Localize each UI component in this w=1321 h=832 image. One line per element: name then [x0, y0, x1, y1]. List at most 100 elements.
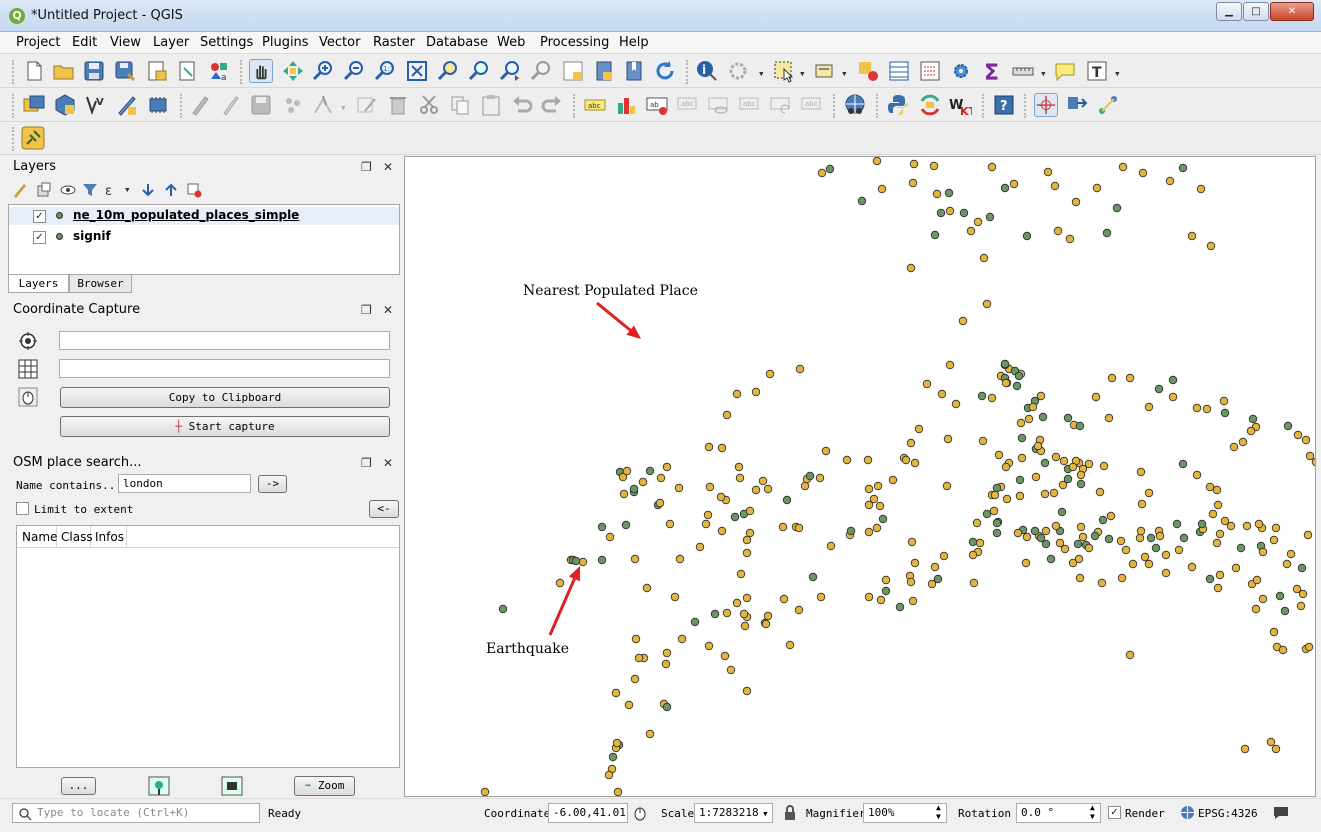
populated-place-point[interactable] — [1118, 162, 1128, 172]
populated-place-point[interactable] — [1091, 392, 1101, 402]
wkt-icon[interactable]: WKT — [948, 93, 972, 117]
back-button[interactable]: <- — [369, 500, 399, 518]
earthquake-point[interactable] — [1112, 203, 1122, 213]
earthquake-point[interactable] — [1168, 375, 1178, 385]
run-action-dropdown-icon[interactable]: ▾ — [758, 67, 765, 80]
populated-place-point[interactable] — [1016, 418, 1026, 428]
populated-place-point[interactable] — [1238, 437, 1248, 447]
populated-place-point[interactable] — [842, 455, 852, 465]
populated-place-point[interactable] — [1031, 472, 1041, 482]
style-manager-icon[interactable]: a — [207, 59, 231, 83]
populated-place-point[interactable] — [480, 787, 490, 796]
populated-place-point[interactable] — [638, 477, 648, 487]
crs-globe-icon[interactable] — [1180, 805, 1195, 820]
populated-place-point[interactable] — [1293, 430, 1303, 440]
messages-icon[interactable] — [1273, 805, 1289, 820]
earthquake-point[interactable] — [1000, 359, 1010, 369]
manage-visibility-icon[interactable] — [60, 182, 76, 198]
populated-place-point[interactable] — [906, 577, 916, 587]
populated-place-point[interactable] — [888, 475, 898, 485]
populated-place-point[interactable] — [1140, 552, 1150, 562]
populated-place-point[interactable] — [1208, 509, 1218, 519]
plugin-reloader-icon[interactable] — [918, 93, 942, 117]
show-hide-labels-icon[interactable] — [707, 93, 731, 117]
populated-place-point[interactable] — [932, 189, 942, 199]
earthquake-point[interactable] — [1063, 413, 1073, 423]
populated-place-point[interactable] — [1106, 511, 1116, 521]
populated-place-point[interactable] — [1116, 536, 1126, 546]
populated-place-point[interactable] — [1212, 538, 1222, 548]
render-checkbox[interactable]: ✓ — [1108, 806, 1121, 819]
populated-place-point[interactable] — [1117, 573, 1127, 583]
expand-all-icon[interactable] — [140, 182, 156, 198]
populated-place-point[interactable] — [704, 641, 714, 651]
redo-icon[interactable] — [540, 93, 564, 117]
populated-place-point[interactable] — [929, 161, 939, 171]
annotation-dropdown-icon[interactable]: ▾ — [1114, 67, 1121, 80]
earthquake-point[interactable] — [1075, 421, 1085, 431]
earthquake-point[interactable] — [1076, 479, 1086, 489]
earthquake-point[interactable] — [1038, 412, 1048, 422]
populated-place-point[interactable] — [872, 157, 882, 166]
delete-selected-icon[interactable] — [386, 93, 410, 117]
add-group-icon[interactable] — [36, 182, 52, 198]
filter-legend-icon[interactable] — [82, 182, 98, 198]
earthquake-point[interactable] — [1297, 563, 1307, 573]
menu-edit[interactable]: Edit — [72, 35, 97, 50]
populated-place-point[interactable] — [1097, 578, 1107, 588]
populated-place-point[interactable] — [1165, 176, 1175, 186]
limit-to-extent-checkbox[interactable] — [16, 502, 29, 515]
populated-place-point[interactable] — [901, 455, 911, 465]
populated-place-point[interactable] — [987, 162, 997, 172]
populated-place-point[interactable] — [1076, 470, 1086, 480]
earthquake-point[interactable] — [782, 495, 792, 505]
menu-plugins[interactable]: Plugins — [262, 35, 309, 50]
zoom-to-layer-icon[interactable] — [467, 59, 491, 83]
populated-place-point[interactable] — [942, 481, 952, 491]
populated-place-point[interactable] — [785, 640, 795, 650]
populated-place-point[interactable] — [611, 688, 621, 698]
populated-place-point[interactable] — [909, 159, 919, 169]
populated-place-point[interactable] — [1282, 559, 1292, 569]
filter-expression-icon[interactable]: ε — [104, 182, 120, 198]
populated-place-point[interactable] — [1298, 589, 1308, 599]
populated-place-point[interactable] — [906, 438, 916, 448]
quickmapservices-icon[interactable] — [843, 93, 867, 117]
populated-place-point[interactable] — [876, 595, 886, 605]
populated-place-point[interactable] — [864, 500, 874, 510]
populated-place-point[interactable] — [989, 506, 999, 516]
populated-place-point[interactable] — [1161, 550, 1171, 560]
populated-place-point[interactable] — [1053, 226, 1063, 236]
run-action-icon[interactable] — [726, 59, 750, 83]
layout-manager-icon[interactable] — [176, 59, 200, 83]
coordinate-display[interactable]: -6.00,41.01 — [548, 803, 628, 823]
menu-project[interactable]: Project — [16, 35, 60, 50]
populated-place-point[interactable] — [979, 253, 989, 263]
populated-place-point[interactable] — [937, 389, 947, 399]
populated-place-point[interactable] — [612, 738, 622, 748]
populated-place-point[interactable] — [1078, 532, 1088, 542]
populated-place-point[interactable] — [674, 483, 684, 493]
earthquake-point[interactable] — [936, 208, 946, 218]
populated-place-point[interactable] — [1168, 392, 1178, 402]
edit-attributes-icon[interactable] — [355, 93, 379, 117]
column-header-name[interactable]: Name — [17, 526, 57, 548]
populated-place-point[interactable] — [794, 523, 804, 533]
rotate-label-icon[interactable] — [769, 93, 793, 117]
populated-place-point[interactable] — [742, 535, 752, 545]
statistics-sum-icon[interactable]: Σ — [980, 59, 1004, 83]
populated-place-point[interactable] — [665, 519, 675, 529]
select-dropdown-icon[interactable]: ▾ — [799, 67, 806, 80]
populated-place-point[interactable] — [1125, 650, 1135, 660]
earthquake-point[interactable] — [1057, 507, 1067, 517]
toolbox-icon[interactable] — [949, 59, 973, 83]
earthquake-point[interactable] — [1154, 384, 1164, 394]
earthquake-point[interactable] — [985, 212, 995, 222]
measure-dropdown-icon[interactable]: ▾ — [1040, 67, 1047, 80]
menu-web[interactable]: Web — [497, 35, 525, 50]
populated-place-point[interactable] — [1187, 562, 1197, 572]
deselect-all-icon[interactable] — [856, 59, 880, 83]
populated-place-point[interactable] — [1215, 529, 1225, 539]
layer-labeling-icon[interactable]: abc — [583, 93, 607, 117]
populated-place-point[interactable] — [875, 501, 885, 511]
